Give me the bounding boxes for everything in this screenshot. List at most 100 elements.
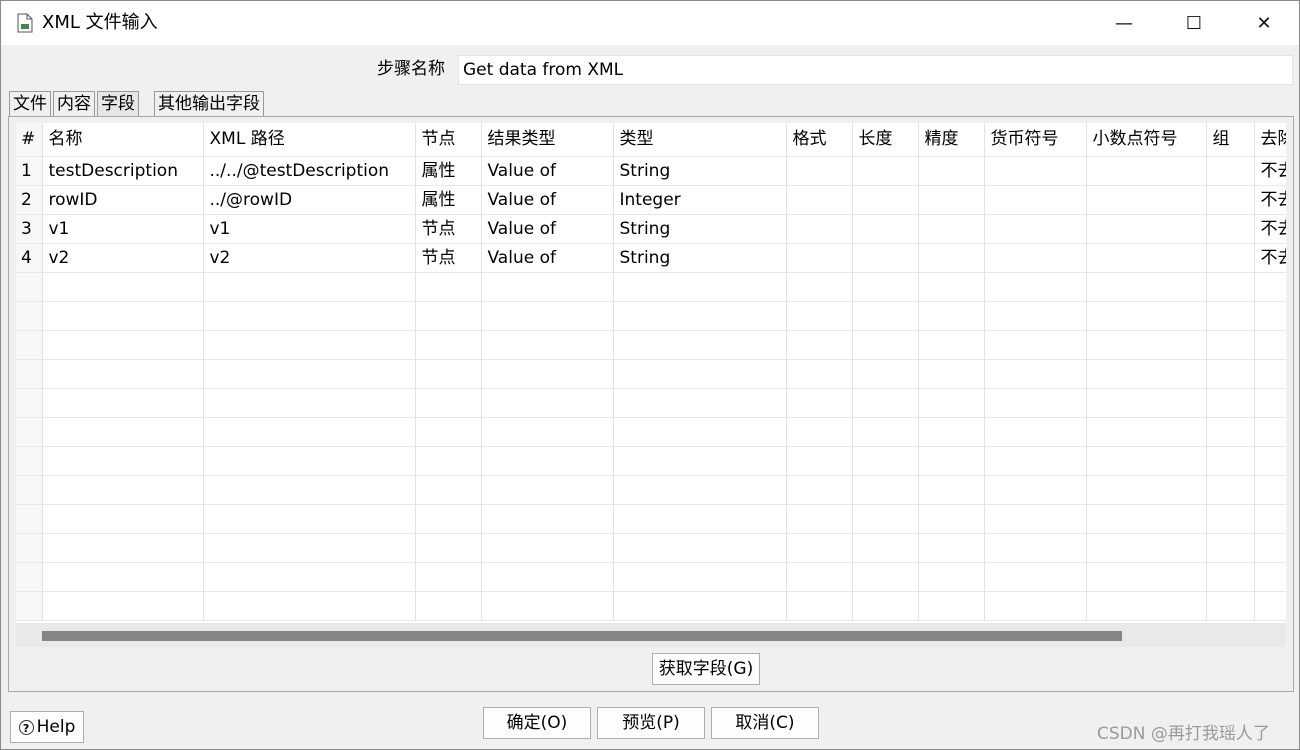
cell-result-type[interactable]: Value of [481,243,614,273]
cell-result-type[interactable] [481,475,614,505]
cell-node[interactable] [415,417,482,447]
cell-length[interactable] [852,591,919,621]
cell-result-type[interactable]: Value of [481,156,614,186]
cell-result-type[interactable] [481,359,614,389]
cell-decimal[interactable] [1086,533,1207,563]
cell-type[interactable]: String [613,214,787,244]
cell-name[interactable] [42,504,204,534]
cell-format[interactable] [786,591,853,621]
table-row[interactable]: 2rowID../@rowID属性Value ofInteger 不去 [16,185,1286,215]
cell-node[interactable] [415,475,482,505]
cell-precision[interactable] [918,504,985,534]
cell-precision[interactable] [918,156,985,186]
cell-decimal[interactable] [1086,504,1207,534]
cell-group[interactable] [1206,388,1255,418]
cell-result-type[interactable]: Value of [481,214,614,244]
cell-node[interactable] [415,504,482,534]
cell-decimal[interactable] [1086,388,1207,418]
cell-idx[interactable] [16,504,43,534]
column-header-result-type[interactable]: 结果类型 [481,123,614,157]
cell-xpath[interactable] [203,301,416,331]
cell-type[interactable] [613,591,787,621]
column-header-trim[interactable]: 去除 [1254,123,1286,157]
cell-decimal[interactable] [1086,475,1207,505]
cell-result-type[interactable] [481,591,614,621]
cell-xpath[interactable] [203,504,416,534]
cell-length[interactable] [852,330,919,360]
cell-trim[interactable] [1254,533,1286,563]
cell-result-type[interactable] [481,562,614,592]
table-row[interactable] [16,533,1286,563]
cell-precision[interactable] [918,446,985,476]
cell-precision[interactable] [918,272,985,302]
table-row[interactable] [16,272,1286,302]
cell-xpath[interactable] [203,330,416,360]
cell-length[interactable] [852,504,919,534]
column-header-node[interactable]: 节点 [415,123,482,157]
cell-group[interactable] [1206,359,1255,389]
cell-group[interactable] [1206,330,1255,360]
cell-idx[interactable] [16,533,43,563]
cell-trim[interactable] [1254,301,1286,331]
cell-currency[interactable] [984,417,1087,447]
cell-xpath[interactable] [203,388,416,418]
cell-name[interactable]: rowID [42,185,204,215]
cell-group[interactable] [1206,243,1255,273]
cell-group[interactable] [1206,156,1255,186]
cell-name[interactable] [42,388,204,418]
cell-format[interactable] [786,156,853,186]
cell-length[interactable] [852,533,919,563]
cell-currency[interactable] [984,475,1087,505]
cell-xpath[interactable] [203,591,416,621]
cell-precision[interactable] [918,475,985,505]
cell-node[interactable]: 属性 [415,185,482,215]
cell-length[interactable] [852,388,919,418]
column-header-name[interactable]: 名称 [42,123,204,157]
cell-precision[interactable] [918,591,985,621]
cell-idx[interactable]: 3 [16,214,43,244]
cell-format[interactable] [786,446,853,476]
column-header-index[interactable]: ^ # [16,123,43,157]
cell-node[interactable] [415,562,482,592]
cell-node[interactable]: 节点 [415,243,482,273]
table-row[interactable] [16,388,1286,418]
cell-currency[interactable] [984,185,1087,215]
close-button[interactable]: ✕ [1229,1,1299,45]
cell-trim[interactable]: 不去 [1254,214,1286,244]
cell-type[interactable]: String [613,156,787,186]
column-header-xpath[interactable]: XML 路径 [203,123,416,157]
help-button[interactable]: ? Help [10,711,84,743]
cell-name[interactable] [42,533,204,563]
cancel-button[interactable]: 取消(C) [711,707,819,739]
cell-name[interactable]: v2 [42,243,204,273]
cell-idx[interactable] [16,475,43,505]
cell-trim[interactable] [1254,388,1286,418]
table-row[interactable]: 4v2v2节点Value ofString不去 [16,243,1286,273]
cell-format[interactable] [786,533,853,563]
tab-other-output-fields[interactable]: 其他输出字段 [154,91,264,117]
cell-currency[interactable] [984,533,1087,563]
cell-idx[interactable] [16,446,43,476]
cell-decimal[interactable] [1086,301,1207,331]
cell-idx[interactable] [16,359,43,389]
cell-type[interactable] [613,562,787,592]
cell-length[interactable] [852,185,919,215]
maximize-button[interactable]: ☐ [1159,1,1229,45]
cell-trim[interactable] [1254,591,1286,621]
table-row[interactable] [16,504,1286,534]
cell-node[interactable] [415,446,482,476]
cell-node[interactable] [415,272,482,302]
cell-currency[interactable] [984,446,1087,476]
table-row[interactable] [16,446,1286,476]
cell-type[interactable] [613,417,787,447]
cell-decimal[interactable] [1086,417,1207,447]
cell-length[interactable] [852,301,919,331]
column-header-decimal[interactable]: 小数点符号 [1086,123,1207,157]
cell-trim[interactable] [1254,330,1286,360]
cell-length[interactable] [852,417,919,447]
step-name-input[interactable] [458,55,1293,85]
cell-node[interactable] [415,388,482,418]
cell-idx[interactable] [16,562,43,592]
cell-idx[interactable] [16,417,43,447]
cell-precision[interactable] [918,243,985,273]
